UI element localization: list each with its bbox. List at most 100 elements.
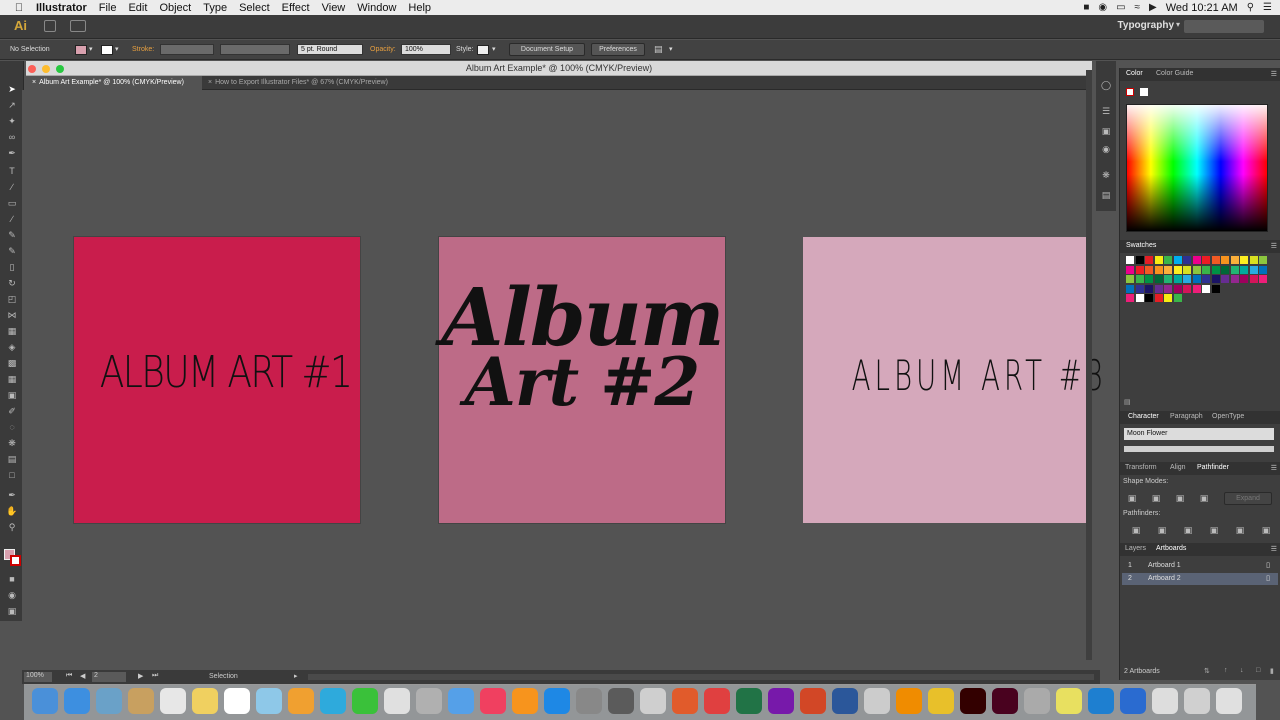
merge-icon[interactable]: ▣ — [1182, 524, 1194, 536]
notification-icon[interactable]: ☰ — [1263, 2, 1272, 13]
color-swatch[interactable] — [1154, 265, 1163, 274]
stroke-weight-field[interactable] — [160, 44, 214, 55]
color-swatch[interactable] — [1183, 265, 1191, 274]
dock-app-icon[interactable] — [160, 688, 186, 714]
color-swatch[interactable] — [1164, 294, 1172, 302]
color-swatch[interactable] — [1221, 284, 1229, 293]
tab-swatches[interactable]: Swatches — [1126, 242, 1156, 249]
drawing-mode-icon[interactable]: ◉ — [6, 589, 18, 601]
artboard-row[interactable]: 2 Artboard 2 ▯ — [1122, 573, 1278, 585]
chevron-down-icon[interactable]: ▾ — [89, 45, 93, 53]
color-swatch[interactable] — [1230, 275, 1239, 283]
color-swatch[interactable] — [1240, 284, 1248, 293]
color-swatch[interactable] — [1230, 256, 1239, 264]
color-swatch[interactable] — [1259, 294, 1267, 302]
volume-icon[interactable]: ▶ — [1149, 2, 1157, 13]
dock-app-icon[interactable] — [192, 688, 218, 714]
chevron-down-icon[interactable]: ▾ — [492, 45, 496, 53]
previous-artboard-icon[interactable]: ◀ — [80, 672, 85, 680]
hand-tool-icon[interactable]: ✋ — [6, 505, 18, 517]
bridge-icon[interactable] — [44, 20, 56, 32]
app-menu[interactable]: Illustrator — [36, 2, 87, 14]
preferences-button[interactable]: Preferences — [591, 43, 645, 56]
color-swatch[interactable] — [1145, 294, 1153, 302]
color-swatch[interactable] — [1154, 284, 1163, 293]
menu-select[interactable]: Select — [239, 2, 270, 14]
crop-icon[interactable]: ▣ — [1208, 524, 1220, 536]
divide-icon[interactable]: ▣ — [1130, 524, 1142, 536]
color-swatch[interactable] — [1240, 265, 1248, 274]
color-swatch[interactable] — [1230, 284, 1239, 293]
perspective-grid-tool-icon[interactable]: ▩ — [6, 357, 18, 369]
opacity-field[interactable]: 100% — [401, 44, 451, 55]
color-swatch[interactable] — [1164, 275, 1172, 283]
color-swatch[interactable] — [1154, 294, 1163, 302]
dock-app-icon[interactable] — [448, 688, 474, 714]
color-swatch[interactable] — [1135, 275, 1144, 283]
color-swatch[interactable] — [1145, 265, 1153, 274]
scale-tool-icon[interactable]: ◰ — [6, 293, 18, 305]
menu-effect[interactable]: Effect — [282, 2, 310, 14]
properties-icon[interactable]: ☰ — [1100, 105, 1112, 117]
tab-transform[interactable]: Transform — [1125, 464, 1157, 471]
color-spectrum[interactable] — [1126, 104, 1268, 232]
color-swatch[interactable] — [1164, 284, 1172, 293]
color-swatch[interactable] — [1173, 284, 1182, 293]
close-tab-icon[interactable]: × — [32, 79, 36, 86]
color-swatch[interactable] — [1259, 275, 1267, 283]
magic-wand-tool-icon[interactable]: ✦ — [6, 115, 18, 127]
record-icon[interactable]: ◉ — [1098, 2, 1107, 13]
panel-menu-icon[interactable]: ☰ — [1271, 464, 1277, 472]
dock-app-icon[interactable] — [544, 688, 570, 714]
symbol-sprayer-tool-icon[interactable]: ❋ — [6, 437, 18, 449]
dock-app-icon[interactable] — [1152, 688, 1178, 714]
dock-app-icon[interactable] — [960, 688, 986, 714]
color-swatch[interactable] — [1126, 294, 1134, 302]
dock-app-icon[interactable] — [480, 688, 506, 714]
white-swatch[interactable] — [1140, 88, 1148, 96]
dock-app-icon[interactable] — [320, 688, 346, 714]
cast-icon[interactable]: ▭ — [1116, 2, 1125, 13]
fill-swatch[interactable] — [75, 45, 87, 55]
variable-width-profile[interactable] — [220, 44, 290, 55]
dock-app-icon[interactable] — [704, 688, 730, 714]
color-swatch[interactable] — [1192, 265, 1201, 274]
color-swatch[interactable] — [1183, 275, 1191, 283]
dock-app-icon[interactable] — [1216, 688, 1242, 714]
graphic-style-swatch[interactable] — [477, 45, 489, 55]
tab-layers[interactable]: Layers — [1125, 545, 1146, 552]
color-swatch[interactable] — [1259, 284, 1267, 293]
dock-app-icon[interactable] — [608, 688, 634, 714]
document-setup-button[interactable]: Document Setup — [509, 43, 585, 56]
menu-edit[interactable]: Edit — [128, 2, 147, 14]
type-tool-icon[interactable]: T — [6, 165, 18, 177]
dock-app-icon[interactable] — [1024, 688, 1050, 714]
rotate-tool-icon[interactable]: ↻ — [6, 277, 18, 289]
color-swatch[interactable] — [1240, 256, 1248, 264]
dock-app-icon[interactable] — [128, 688, 154, 714]
rearrange-artboards-icon[interactable]: ⇅ — [1204, 667, 1210, 675]
dock-app-icon[interactable] — [736, 688, 762, 714]
color-swatch[interactable] — [1173, 256, 1182, 264]
dock-app-icon[interactable] — [832, 688, 858, 714]
color-swatch[interactable] — [1183, 294, 1191, 302]
color-swatch[interactable] — [1211, 265, 1220, 274]
dock-app-icon[interactable] — [512, 688, 538, 714]
font-family-field[interactable]: Moon Flower — [1124, 428, 1274, 440]
color-swatch[interactable] — [1192, 275, 1201, 283]
line-tool-icon[interactable]: ∕ — [6, 181, 18, 193]
dock-app-icon[interactable] — [384, 688, 410, 714]
color-swatch[interactable] — [1173, 275, 1182, 283]
dock-app-icon[interactable] — [1088, 688, 1114, 714]
dock-app-icon[interactable] — [256, 688, 282, 714]
color-swatch[interactable] — [1173, 294, 1182, 302]
minus-front-icon[interactable]: ▣ — [1150, 492, 1162, 504]
expand-button[interactable]: Expand — [1224, 492, 1272, 505]
delete-artboard-icon[interactable]: ▮ — [1270, 667, 1274, 675]
stroke-label[interactable]: Stroke: — [132, 46, 154, 53]
color-swatch[interactable] — [1164, 265, 1172, 274]
color-swatch[interactable] — [1259, 265, 1267, 274]
menu-help[interactable]: Help — [408, 2, 431, 14]
color-swatch[interactable] — [1164, 256, 1172, 264]
column-graph-tool-icon[interactable]: ▤ — [6, 453, 18, 465]
